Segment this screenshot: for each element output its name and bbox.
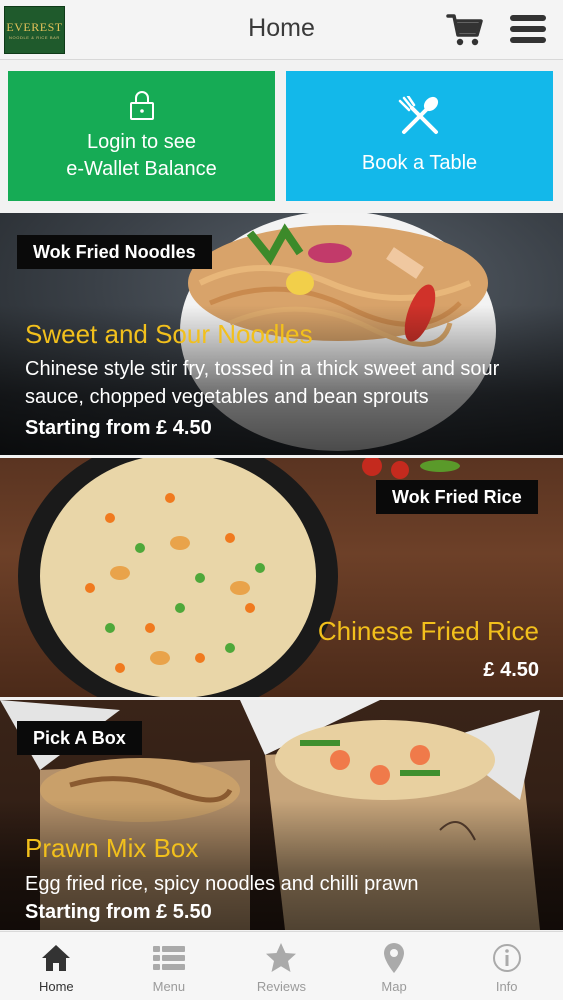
nav-home[interactable]: Home [0, 932, 113, 1000]
hamburger-menu-button[interactable] [510, 15, 546, 45]
lock-icon [129, 91, 154, 120]
category-tag: Wok Fried Noodles [17, 235, 212, 269]
home-icon [42, 945, 71, 971]
ewallet-label-line2: e-Wallet Balance [66, 158, 217, 180]
category-tag: Wok Fried Rice [376, 480, 538, 514]
list-icon [152, 946, 185, 970]
nav-label: Info [495, 979, 518, 994]
app-header: EVEREST NOODLE & RICE BAR Home [0, 0, 563, 60]
item-title: Prawn Mix Box [25, 833, 199, 863]
menu-card-noodles[interactable]: Wok Fried Noodles Sweet and Sour Noodles… [0, 213, 563, 455]
nav-label: Home [38, 979, 74, 994]
star-icon [266, 943, 297, 972]
menu-card-prawn-box[interactable]: Pick A Box Prawn Mix Box Egg fried rice,… [0, 700, 563, 930]
nav-label: Map [381, 979, 407, 994]
ewallet-label-line1: Login to see [87, 131, 196, 153]
book-table-button[interactable]: Book a Table [286, 71, 553, 201]
map-pin-icon [384, 943, 405, 973]
item-title: Sweet and Sour Noodles [25, 319, 313, 349]
menu-card-fried-rice[interactable]: Wok Fried Rice Chinese Fried Rice £ 4.50 [0, 458, 563, 697]
ewallet-login-button[interactable]: Login to see e-Wallet Balance [8, 71, 275, 201]
item-price: Starting from £ 4.50 [25, 417, 212, 439]
nav-reviews[interactable]: Reviews [225, 932, 338, 1000]
nav-label: Menu [152, 979, 186, 994]
book-table-label: Book a Table [361, 151, 478, 174]
nav-label: Reviews [256, 979, 307, 994]
item-description: Egg fried rice, spicy noodles and chilli… [25, 873, 419, 895]
item-price: Starting from £ 5.50 [25, 901, 212, 923]
category-tag: Pick A Box [17, 721, 142, 755]
cart-button[interactable] [446, 12, 484, 48]
nav-info[interactable]: Info [450, 932, 563, 1000]
item-description: Chinese style stir fry, tossed in a thic… [25, 358, 500, 408]
item-title: Chinese Fried Rice [317, 616, 539, 646]
nav-menu[interactable]: Menu [113, 932, 226, 1000]
bottom-nav: Home Menu Reviews Map Info [0, 931, 563, 1000]
fork-spoon-icon [398, 95, 438, 134]
item-price: £ 4.50 [483, 659, 539, 681]
nav-map[interactable]: Map [338, 932, 451, 1000]
cart-icon [446, 14, 483, 46]
hamburger-menu-icon [510, 15, 546, 21]
info-icon [492, 944, 521, 972]
